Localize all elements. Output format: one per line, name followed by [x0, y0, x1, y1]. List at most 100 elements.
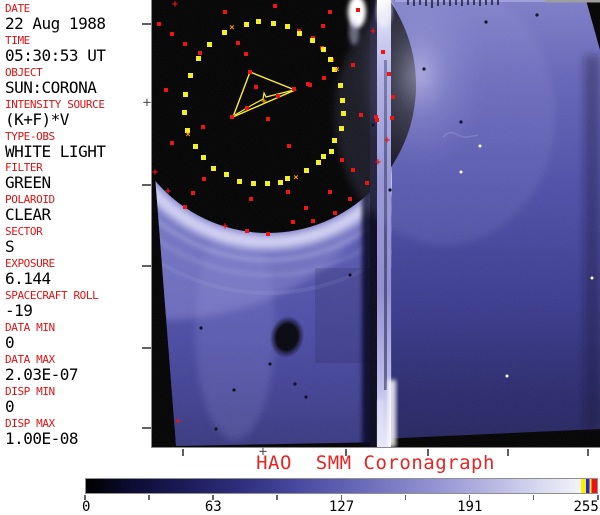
fiducial-plus-red: +: [221, 221, 229, 232]
field-value: 6.144: [5, 269, 51, 289]
metadata-field: SECTOR S: [5, 225, 151, 257]
metadata-field: TIME 05:30:53 UT: [5, 34, 151, 66]
fiducial-plus-red: +: [174, 416, 182, 427]
fiducial-dot-yellow: [256, 19, 261, 24]
metadata-field: OBJECT SUN:CORONA: [5, 66, 151, 98]
fiducial-dot-red: [273, 4, 277, 8]
fiducial-dot-red: [248, 70, 252, 74]
fiducial-x-orange: ×: [293, 173, 299, 183]
fiducial-dot-red: [321, 24, 325, 28]
fiducial-dot-red: [249, 197, 253, 201]
colorbar-label: 0: [82, 499, 91, 515]
fiducial-dot-red: [348, 197, 352, 201]
field-value: WHITE LIGHT: [5, 141, 106, 161]
left-frame-plus-tick: +: [142, 95, 152, 111]
fiducial-dot-red: [170, 32, 174, 36]
fiducial-dot-yellow: [321, 47, 326, 52]
fiducial-x-orange: ×: [229, 23, 235, 33]
film-grain: [152, 0, 600, 447]
colorbar-gradient: [85, 478, 598, 494]
field-value: 1.00E-08: [5, 428, 79, 448]
fiducial-dot-red: [291, 220, 295, 224]
field-value: (K+F)*V: [5, 109, 69, 129]
fiducial-dot-red: [157, 22, 161, 26]
fiducial-dot-red: [351, 168, 355, 172]
fiducial-dot-red: [245, 106, 249, 110]
metadata-field: DATA MAX 2.03E-07: [5, 353, 151, 385]
fiducial-dot-red: [304, 206, 308, 210]
colorbar-tick: [532, 495, 535, 500]
colorbar-tick: [276, 495, 278, 500]
fiducial-dot-yellow: [237, 179, 242, 184]
fiducial-dot-red: [390, 116, 394, 120]
pointer-cross: +: [261, 97, 267, 107]
fiducial-dot-yellow: [183, 92, 188, 97]
fiducial-dot-yellow: [297, 31, 302, 36]
fiducial-dot-red: [375, 118, 379, 122]
fiducial-dot-yellow: [265, 181, 270, 186]
metadata-field: INTENSITY SOURCE (K+F)*V: [5, 98, 151, 130]
metadata-field: DISP MAX 1.00E-08: [5, 417, 151, 449]
field-value: -19: [5, 301, 33, 321]
field-label: DATA MAX: [5, 352, 55, 366]
field-value: CLEAR: [5, 205, 51, 225]
fiducial-dot-red: [254, 85, 258, 89]
fiducial-dot-red: [183, 42, 187, 46]
colorbar-label: 127: [328, 499, 355, 515]
coronagraph-image[interactable]: + + + + + + + + × × × × +: [151, 0, 600, 448]
fiducial-dot-red: [201, 125, 205, 129]
fiducial-dot-yellow: [182, 110, 187, 115]
fiducial-plus-red: +: [374, 157, 382, 168]
metadata-field: DATE 22 Aug 1988: [5, 2, 151, 34]
field-value: 0: [5, 332, 15, 352]
field-value: 05:30:53 UT: [5, 45, 106, 65]
field-label: TYPE-OBS: [5, 129, 55, 143]
fiducial-dot-yellow: [271, 21, 276, 26]
fiducial-dot-red: [328, 190, 332, 194]
fiducial-dot-yellow: [244, 22, 249, 27]
fiducial-dot-red: [244, 52, 248, 56]
field-value: S: [5, 237, 15, 257]
fiducial-dot-yellow: [304, 168, 309, 173]
fiducial-dot-red: [191, 191, 195, 195]
fiducial-dot-yellow: [341, 111, 346, 116]
fiducial-dot-red: [292, 87, 296, 91]
fiducial-dot-red: [266, 232, 270, 236]
fiducial-dot-yellow: [310, 38, 315, 43]
colorbar-label: 191: [457, 499, 483, 515]
field-label: SECTOR: [5, 225, 43, 239]
fiducial-dot-yellow: [338, 83, 343, 88]
fiducial-dot-red: [202, 177, 206, 181]
metadata-field: POLAROID CLEAR: [5, 193, 151, 225]
fiducial-dot-yellow: [211, 166, 216, 171]
field-value: 2.03E-07: [5, 364, 79, 384]
fiducial-dot-red: [183, 205, 187, 209]
field-value: GREEN: [5, 173, 51, 193]
fiducial-dot-yellow: [285, 176, 290, 181]
smm-coronagraph-viewer: { "panel": { "fields": [ {"label": "DATE…: [0, 0, 600, 515]
fiducial-x-orange: ×: [334, 65, 340, 75]
fiducial-dot-red: [276, 94, 280, 98]
colorbar-tick: [148, 495, 150, 500]
fiducial-dot-yellow: [329, 149, 334, 154]
fiducial-dot-yellow: [321, 154, 326, 159]
field-label: OBJECT: [5, 65, 43, 79]
fiducial-dot-red: [311, 219, 315, 223]
field-label: DISP MIN: [5, 384, 55, 398]
fiducial-dot-yellow: [224, 172, 229, 177]
field-label: TIME: [5, 33, 30, 47]
fiducial-dot-yellow: [196, 56, 201, 61]
fiducial-dot-red: [170, 141, 174, 145]
fiducial-x-orange: ×: [185, 130, 191, 140]
field-label: INTENSITY SOURCE: [5, 97, 105, 111]
fiducial-dot-red: [245, 229, 249, 233]
fiducial-plus-red: +: [151, 167, 159, 178]
metadata-panel: DATE 22 Aug 1988 TIME 05:30:53 UT OBJECT SUN:…: [0, 0, 151, 448]
field-value: SUN:CORONA: [5, 77, 97, 97]
fiducial-dot-red: [236, 41, 240, 45]
image-title: HAO SMM Coronagraph: [256, 452, 495, 474]
metadata-field: TYPE-OBS WHITE LIGHT: [5, 130, 151, 162]
coronagraph-scene: [152, 0, 600, 447]
fiducial-dot-red: [287, 144, 291, 148]
fiducial-dot-red: [164, 88, 168, 92]
